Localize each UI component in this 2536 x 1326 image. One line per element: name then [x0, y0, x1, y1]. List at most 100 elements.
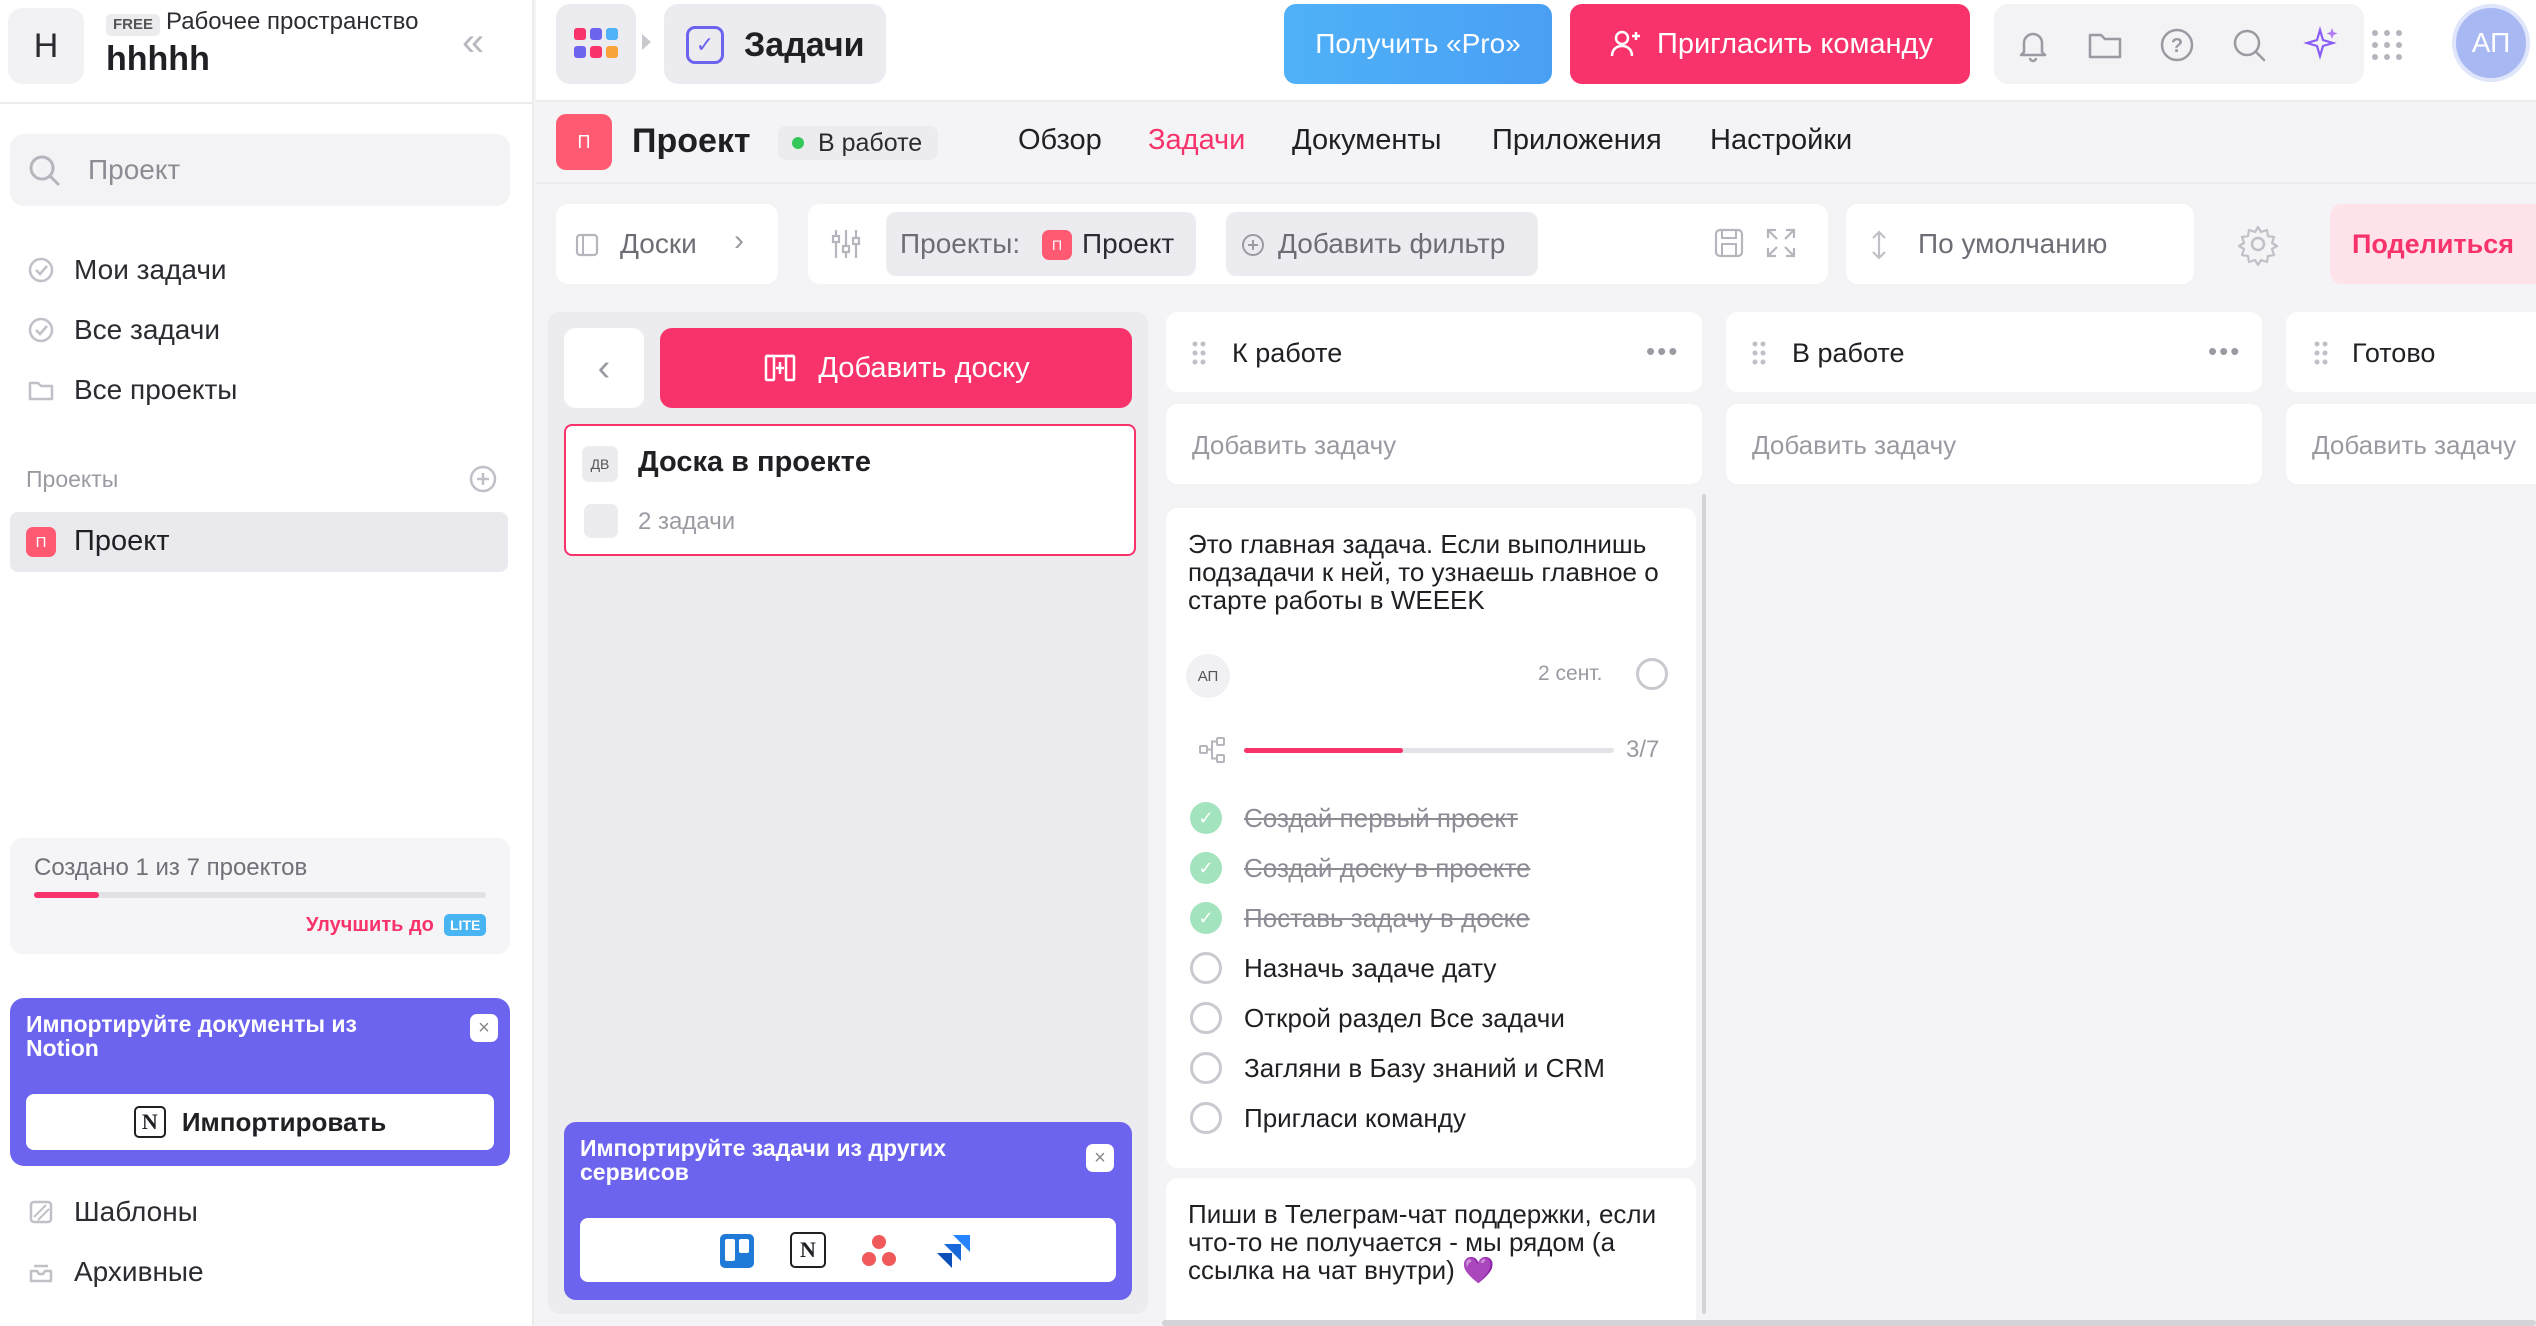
- apps-grid-icon: [574, 28, 618, 60]
- filter-sliders-icon[interactable]: [828, 226, 864, 262]
- status-badge[interactable]: В работе: [778, 126, 939, 160]
- project-filter-chip[interactable]: Проекты: П Проект: [886, 212, 1196, 276]
- add-task-label: Добавить задачу: [1192, 430, 1397, 460]
- unchecked-circle-icon[interactable]: [1190, 1052, 1222, 1084]
- filter-prefix: Проекты:: [900, 228, 1021, 259]
- column-header-done[interactable]: Готово: [2286, 312, 2536, 392]
- tab-tasks[interactable]: Задачи: [1148, 124, 1245, 157]
- unchecked-circle-icon[interactable]: [1190, 1002, 1222, 1034]
- sparkles-icon[interactable]: [2300, 24, 2342, 66]
- nav-templates[interactable]: Шаблоны: [26, 1190, 198, 1234]
- import-button[interactable]: N Импортировать: [26, 1094, 494, 1150]
- add-project-icon[interactable]: [468, 464, 498, 494]
- import-button-label: Импортировать: [181, 1106, 387, 1137]
- add-board-button[interactable]: Добавить доску: [660, 328, 1132, 408]
- horizontal-scrollbar[interactable]: [1162, 1320, 2536, 1326]
- sidebar-project-item[interactable]: П Проект: [10, 512, 508, 572]
- subtask-item[interactable]: ✓ Создай первый проект: [1190, 802, 1518, 834]
- complete-task-checkbox[interactable]: [1636, 658, 1668, 690]
- tab-settings[interactable]: Настройки: [1710, 124, 1852, 157]
- close-icon[interactable]: ×: [1086, 1144, 1114, 1172]
- sort-select[interactable]: По умолчанию: [1846, 204, 2194, 284]
- task-card[interactable]: Пиши в Телеграм-чат поддержки, если что-…: [1166, 1178, 1696, 1326]
- task-card[interactable]: Это главная задача. Если выполнишь подза…: [1166, 508, 1696, 1168]
- board-item[interactable]: ДВ Доска в проекте 2 задачи: [564, 424, 1136, 556]
- subtask-item[interactable]: ✓ Поставь задачу в доске: [1190, 902, 1530, 934]
- subtask-item[interactable]: Пригласи команду: [1190, 1102, 1466, 1134]
- workspace-avatar[interactable]: H: [8, 8, 84, 84]
- tab-apps[interactable]: Приложения: [1492, 124, 1662, 157]
- drag-handle-icon[interactable]: [2312, 340, 2330, 366]
- nav-archive[interactable]: Архивные: [26, 1250, 204, 1294]
- gear-icon[interactable]: [2236, 222, 2280, 266]
- help-icon[interactable]: ?: [2156, 24, 2198, 66]
- get-pro-button[interactable]: Получить «Pro»: [1284, 4, 1552, 84]
- jira-icon[interactable]: [934, 1232, 972, 1270]
- nav-all-projects[interactable]: Все проекты: [26, 368, 237, 412]
- task-date[interactable]: 2 сент.: [1538, 662, 1602, 686]
- apps-grid-icon[interactable]: [2366, 24, 2408, 66]
- share-button[interactable]: Поделиться: [2330, 204, 2536, 284]
- user-avatar[interactable]: АП: [2452, 4, 2530, 82]
- vertical-scrollbar[interactable]: [1702, 494, 1706, 1314]
- subtask-item[interactable]: Загляни в Базу знаний и CRM: [1190, 1052, 1605, 1084]
- divider: [0, 102, 534, 104]
- subtask-label: Загляни в Базу знаний и CRM: [1244, 1052, 1605, 1083]
- upgrade-link[interactable]: Улучшить до: [306, 914, 434, 937]
- subtask-item[interactable]: Открой раздел Все задачи: [1190, 1002, 1565, 1034]
- apps-switcher-button[interactable]: [556, 4, 636, 84]
- close-icon[interactable]: ×: [470, 1014, 498, 1042]
- subtask-progress-text: 3/7: [1626, 736, 1660, 763]
- save-icon[interactable]: [1712, 226, 1746, 260]
- more-options-icon[interactable]: •••: [2208, 336, 2241, 367]
- add-task-button[interactable]: Добавить задачу: [1726, 404, 2262, 484]
- search-icon[interactable]: [2228, 24, 2270, 66]
- more-options-icon[interactable]: •••: [1646, 336, 1679, 367]
- drag-handle-icon[interactable]: [1190, 340, 1208, 366]
- nav-label: Все задачи: [74, 314, 220, 345]
- subtask-label: Поставь задачу в доске: [1244, 902, 1530, 933]
- assignee-avatar[interactable]: АП: [1186, 654, 1230, 698]
- notion-import-title: Импортируйте документы из Notion: [26, 1011, 357, 1061]
- folder-icon[interactable]: [2084, 24, 2126, 66]
- notion-icon[interactable]: N: [790, 1232, 826, 1268]
- asana-icon[interactable]: [860, 1232, 898, 1270]
- add-task-button[interactable]: Добавить задачу: [1166, 404, 1702, 484]
- collapse-sidebar-icon[interactable]: «: [462, 22, 484, 62]
- tab-overview[interactable]: Обзор: [1018, 124, 1102, 157]
- unchecked-circle-icon[interactable]: [1190, 952, 1222, 984]
- add-task-button[interactable]: Добавить задачу: [2286, 404, 2536, 484]
- breadcrumb-tasks[interactable]: ✓ Задачи: [664, 4, 886, 84]
- lite-badge[interactable]: LITE: [444, 914, 487, 936]
- nav-all-tasks[interactable]: Все задачи: [26, 308, 220, 352]
- checked-circle-icon[interactable]: ✓: [1190, 852, 1222, 884]
- unchecked-circle-icon[interactable]: [1190, 1102, 1222, 1134]
- subtasks-icon: [1199, 737, 1225, 763]
- column-header-in-progress[interactable]: В работе •••: [1726, 312, 2262, 392]
- invite-team-button[interactable]: Пригласить команду: [1570, 4, 1970, 84]
- quota-bar-fill: [34, 892, 99, 898]
- subtask-item[interactable]: ✓ Создай доску в проекте: [1190, 852, 1530, 884]
- trello-icon[interactable]: [718, 1232, 756, 1270]
- column-header-todo[interactable]: К работе •••: [1166, 312, 1702, 392]
- add-filter-label: Добавить фильтр: [1278, 228, 1506, 259]
- checked-circle-icon[interactable]: ✓: [1190, 802, 1222, 834]
- nav-my-tasks[interactable]: Мои задачи: [26, 248, 227, 292]
- boards-toggle[interactable]: Доски ›: [556, 204, 778, 284]
- add-filter-button[interactable]: Добавить фильтр: [1226, 212, 1538, 276]
- subtask-item[interactable]: Назначь задаче дату: [1190, 952, 1496, 984]
- bell-icon[interactable]: [2012, 24, 2054, 66]
- breadcrumb-arrow-icon: [642, 34, 651, 50]
- collapse-boards-button[interactable]: ‹: [564, 328, 644, 408]
- project-badge: П: [1042, 230, 1072, 260]
- project-title[interactable]: Проект: [632, 122, 751, 161]
- archive-icon: [29, 1264, 53, 1283]
- tab-documents[interactable]: Документы: [1292, 124, 1442, 157]
- sidebar-search-input[interactable]: Проект: [10, 134, 510, 206]
- expand-icon[interactable]: [1764, 226, 1798, 260]
- plan-badge: FREE: [106, 14, 161, 36]
- drag-handle-icon[interactable]: [1750, 340, 1768, 366]
- workspace-name[interactable]: hhhhh: [106, 40, 210, 79]
- checked-circle-icon[interactable]: ✓: [1190, 902, 1222, 934]
- subtask-progress-fill: [1244, 748, 1403, 753]
